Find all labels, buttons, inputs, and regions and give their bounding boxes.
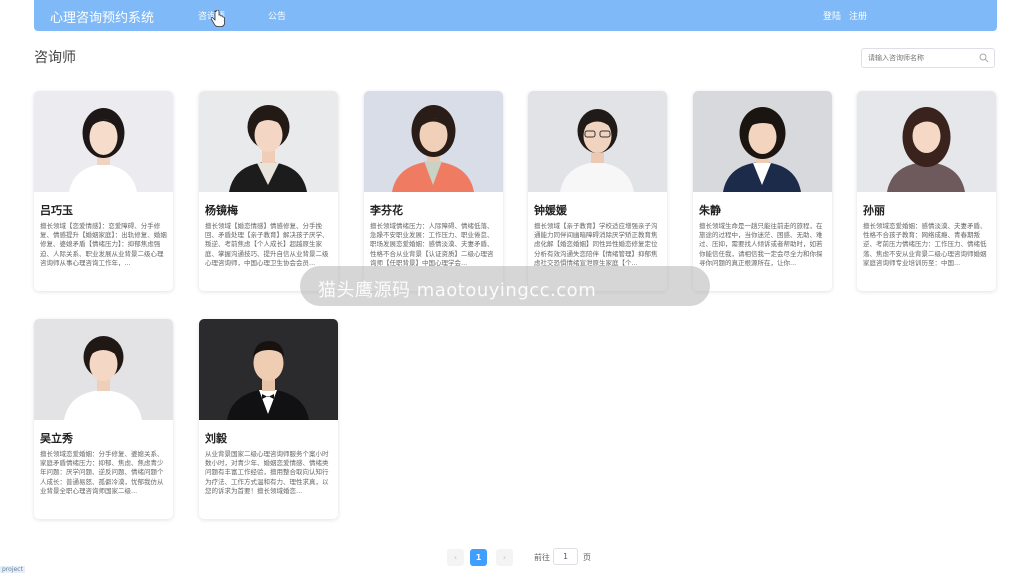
prev-page-button[interactable]: ‹ — [447, 549, 464, 566]
counselor-card[interactable]: 朱静 擅长领域生命是一趟只能往前走的旅程，在旅途的过程中，当你迷茫、困惑、无助、… — [693, 91, 832, 291]
counselor-name: 吕巧玉 — [40, 204, 73, 217]
counselor-photo — [34, 319, 173, 420]
counselor-name: 吴立秀 — [40, 432, 73, 445]
goto-label: 前往 — [534, 553, 550, 562]
counselor-photo — [199, 91, 338, 192]
counselor-card[interactable]: 杨镜梅 擅长领域【婚恋情感】情感修复、分手挽回、矛盾处理【亲子教育】解决孩子厌学… — [199, 91, 338, 291]
hand-cursor-icon — [211, 10, 225, 27]
status-tag: project — [0, 566, 25, 573]
counselor-photo — [693, 91, 832, 192]
watermark-text: 猫头鹰源码 maotouyingcc.com — [318, 280, 597, 301]
login-link[interactable]: 登陆 — [823, 9, 841, 22]
search-icon[interactable] — [979, 53, 989, 63]
page-unit-label: 页 — [583, 553, 591, 562]
counselor-card[interactable]: 钟媛媛 擅长领域【亲子教育】学校适应增强亲子沟通能力同伴间幽暗障碍消除厌学矫正教… — [528, 91, 667, 291]
counselor-name: 钟媛媛 — [534, 204, 567, 217]
search-box[interactable] — [861, 48, 995, 68]
counselor-card[interactable]: 吴立秀 擅长领域恋爱婚姻：分手修复、婆媳关系、家庭矛盾情绪压力：抑郁、焦虑、焦虑… — [34, 319, 173, 519]
app-title: 心理咨询预约系统 — [50, 11, 155, 26]
counselor-photo — [528, 91, 667, 192]
counselor-photo — [199, 319, 338, 420]
counselor-name: 孙丽 — [863, 204, 885, 217]
nav-announcements[interactable]: 公告 — [268, 9, 286, 22]
counselor-description: 擅长领域恋爱婚姻：感情淡漠、夫妻矛盾、性格不合孩子教育：网络成瘾、青春期叛逆、考… — [863, 222, 987, 267]
top-nav-bar: 心理咨询预约系统 咨询师 公告 登陆 注册 — [34, 0, 997, 31]
search-input[interactable] — [868, 51, 972, 65]
page-title: 咨询师 — [34, 50, 76, 66]
counselor-name: 刘毅 — [205, 432, 227, 445]
next-page-button[interactable]: › — [496, 549, 513, 566]
page-number-current[interactable]: 1 — [470, 549, 487, 566]
counselor-photo — [364, 91, 503, 192]
goto-page-input[interactable] — [553, 548, 578, 565]
counselor-description: 从业背景国家二级心理咨询师服务个案小时数小时，对青少年、婚姻恋爱情感、情绪类问题… — [205, 450, 329, 495]
counselor-description: 擅长领域【恋爱情感】：恋爱障碍、分手修复、情感提升【婚姻家庭】：出轨修复、婚姻修… — [40, 222, 167, 267]
counselor-name: 李芬花 — [370, 204, 403, 217]
counselor-card[interactable]: 刘毅 从业背景国家二级心理咨询师服务个案小时数小时，对青少年、婚姻恋爱情感、情绪… — [199, 319, 338, 519]
counselor-photo — [34, 91, 173, 192]
counselor-name: 杨镜梅 — [205, 204, 238, 217]
counselor-card[interactable]: 吕巧玉 擅长领域【恋爱情感】：恋爱障碍、分手修复、情感提升【婚姻家庭】：出轨修复… — [34, 91, 173, 291]
counselor-name: 朱静 — [699, 204, 721, 217]
counselor-description: 擅长领域生命是一趟只能往前走的旅程，在旅途的过程中，当你迷茫、困惑、无助、难过、… — [699, 222, 823, 267]
counselor-card[interactable]: 李芬花 擅长领域情绪压力：人际障碍、情绪低落、急躁不安职业发展：工作压力、职业倦… — [364, 91, 503, 291]
register-link[interactable]: 注册 — [849, 9, 867, 22]
counselor-card[interactable]: 孙丽 擅长领域恋爱婚姻：感情淡漠、夫妻矛盾、性格不合孩子教育：网络成瘾、青春期叛… — [857, 91, 996, 291]
counselor-photo — [857, 91, 996, 192]
counselor-description: 擅长领域恋爱婚姻：分手修复、婆媳关系、家庭矛盾情绪压力：抑郁、焦虑、焦虑青少年问… — [40, 450, 164, 495]
